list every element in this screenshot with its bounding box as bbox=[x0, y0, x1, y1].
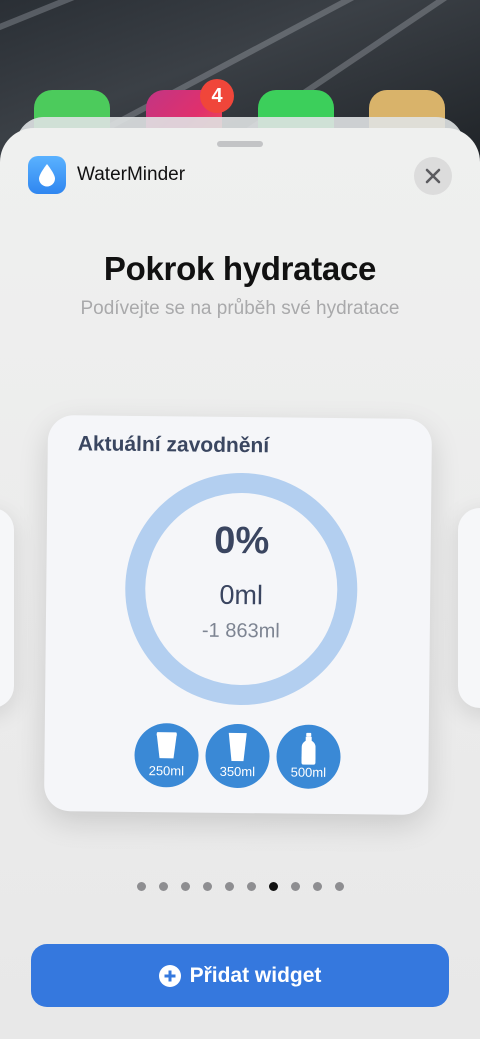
cup-label: 350ml bbox=[219, 763, 256, 780]
notification-badge: 4 bbox=[200, 79, 234, 113]
cup-label: 250ml bbox=[148, 763, 185, 779]
page-dot[interactable] bbox=[180, 882, 190, 891]
next-widget-preview[interactable] bbox=[458, 508, 480, 708]
page-dot[interactable] bbox=[202, 882, 212, 891]
app-header: WaterMinder bbox=[28, 156, 185, 194]
add-widget-button[interactable]: Přidat widget bbox=[31, 944, 449, 1007]
page-dot[interactable] bbox=[158, 882, 168, 891]
hydration-percent: 0% bbox=[214, 519, 270, 563]
page-dot[interactable] bbox=[334, 882, 344, 891]
previous-widget-preview[interactable] bbox=[0, 508, 14, 708]
quick-add-buttons: 250ml 350ml 500ml bbox=[134, 722, 341, 790]
page-dot[interactable] bbox=[136, 882, 146, 891]
close-button[interactable] bbox=[414, 157, 452, 195]
close-icon bbox=[425, 168, 441, 184]
add-350ml-button[interactable]: 350ml bbox=[205, 723, 270, 789]
add-250ml-button[interactable]: 250ml bbox=[134, 722, 199, 788]
add-500ml-button[interactable]: 500ml bbox=[276, 724, 341, 790]
hydration-amount: 0ml bbox=[219, 579, 264, 611]
plus-circle-icon bbox=[158, 964, 181, 987]
add-widget-label: Přidat widget bbox=[189, 963, 322, 987]
water-drop-icon bbox=[28, 156, 66, 194]
widget-gallery-sheet: WaterMinder Pokrok hydratace Podívejte s… bbox=[0, 128, 480, 1039]
app-name: WaterMinder bbox=[77, 164, 186, 185]
page-dot[interactable] bbox=[312, 882, 322, 891]
page-dot[interactable] bbox=[290, 882, 300, 891]
sheet-grabber[interactable] bbox=[217, 141, 263, 147]
widget-description: Podívejte se na průběh své hydratace bbox=[80, 298, 400, 319]
hydration-remaining: -1 863ml bbox=[201, 619, 280, 643]
page-dot[interactable] bbox=[246, 882, 256, 891]
glass-icon bbox=[228, 732, 247, 762]
page-dot[interactable] bbox=[268, 882, 278, 891]
page-indicator[interactable] bbox=[0, 882, 480, 891]
cup-icon bbox=[156, 732, 177, 759]
widget-heading: Aktuální zavodnění bbox=[77, 432, 270, 458]
page-dot[interactable] bbox=[224, 882, 234, 891]
bottle-icon bbox=[301, 732, 316, 765]
widget-title-heading: Pokrok hydratace bbox=[103, 250, 377, 287]
cup-label: 500ml bbox=[290, 764, 327, 780]
hydration-progress-ring: 0% 0ml -1 863ml bbox=[123, 471, 359, 707]
hydration-widget-preview[interactable]: Aktuální zavodnění 0% 0ml -1 863ml 250ml bbox=[43, 415, 433, 815]
